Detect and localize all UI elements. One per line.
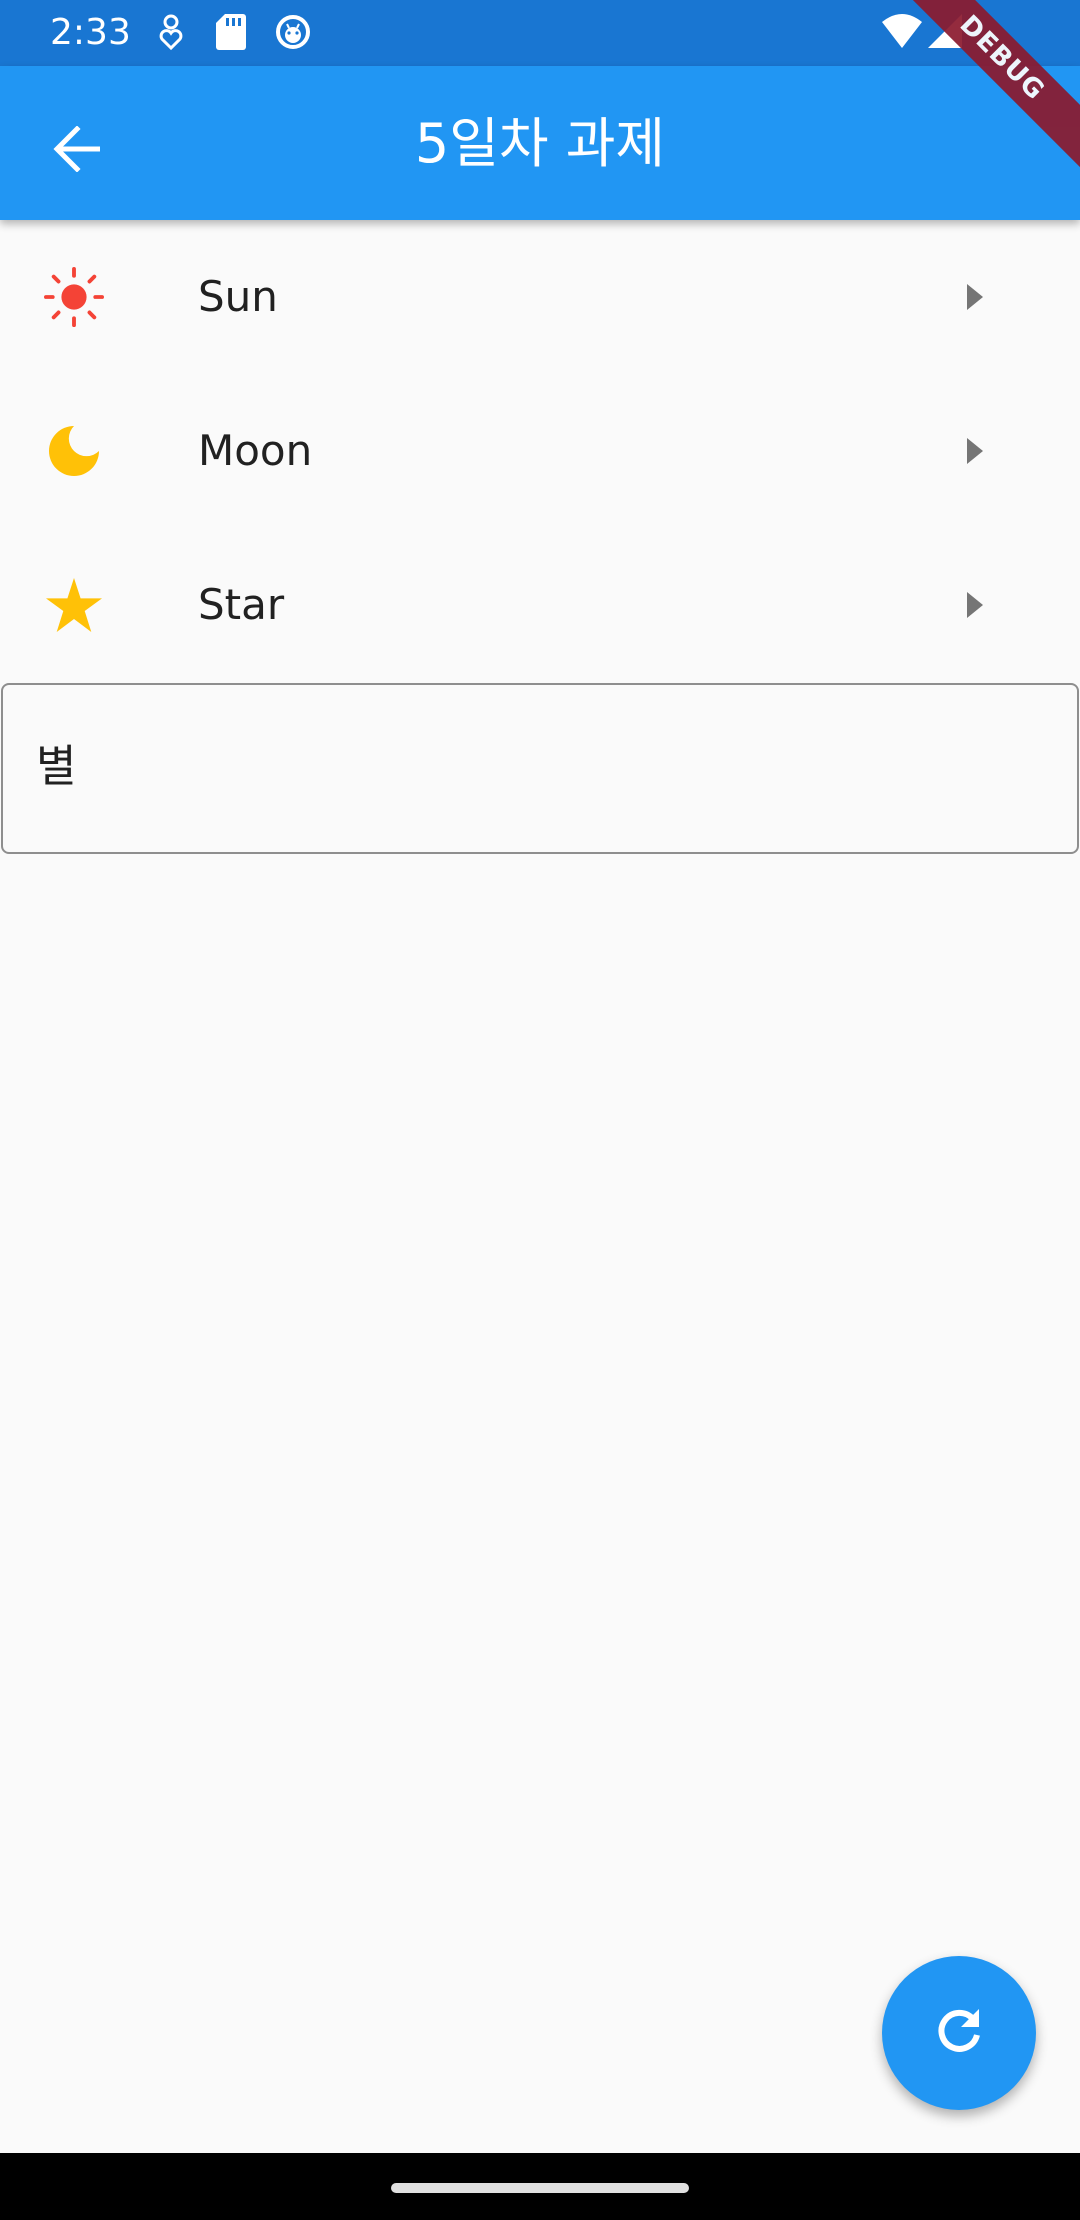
navigation-bar	[0, 2153, 1080, 2220]
wifi-icon	[882, 14, 922, 53]
text-field-value: 별	[36, 741, 77, 792]
text-field[interactable]: 별	[1, 683, 1079, 854]
page-title: 5일차 과제	[414, 112, 666, 175]
list-item-label: Sun	[198, 272, 278, 321]
list-item-moon[interactable]: Moon	[0, 374, 1080, 528]
app-bar: 5일차 과제	[0, 66, 1080, 220]
item-list: Sun Moon Star	[0, 220, 1080, 682]
sun-icon	[44, 267, 104, 327]
location-heart-icon	[158, 14, 184, 57]
arrow-right-icon	[958, 588, 992, 622]
android-debug-icon	[275, 14, 311, 55]
star-icon	[44, 575, 104, 635]
list-item-sun[interactable]: Sun	[0, 220, 1080, 374]
list-item-label: Moon	[198, 426, 313, 475]
list-item-label: Star	[198, 580, 285, 629]
moon-icon	[44, 421, 104, 481]
status-bar: 2:33	[0, 0, 1080, 66]
sd-card-icon	[216, 14, 246, 55]
status-time: 2:33	[50, 12, 131, 53]
arrow-right-icon	[958, 434, 992, 468]
refresh-icon	[933, 2005, 985, 2062]
list-item-star[interactable]: Star	[0, 528, 1080, 682]
home-indicator[interactable]	[391, 2183, 689, 2193]
arrow-right-icon	[958, 280, 992, 314]
refresh-button[interactable]	[882, 1956, 1036, 2110]
screen: 2:33 5일차 과제 DEBUG Sun Moon Star 별	[0, 0, 1080, 2220]
